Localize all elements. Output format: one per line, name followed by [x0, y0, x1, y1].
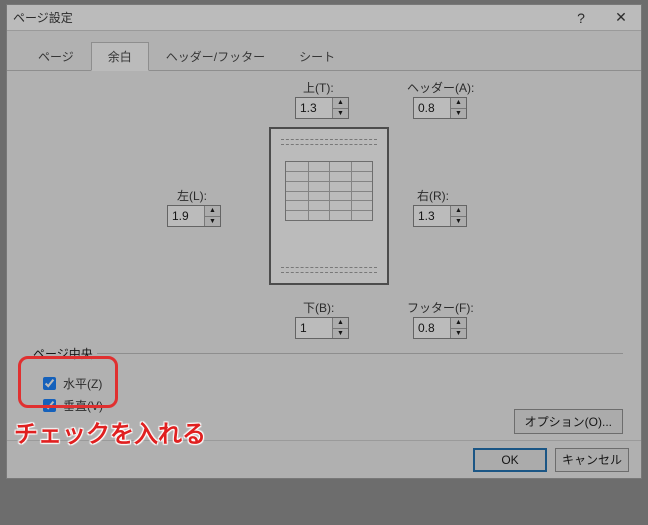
left-margin-input[interactable] [168, 206, 204, 226]
center-group-label: ページ中央 [29, 345, 97, 362]
center-horizontal-checkbox[interactable]: 水平(Z) [39, 374, 103, 393]
dialog-title: ページ設定 [7, 9, 561, 26]
right-margin-spinner[interactable]: ▲▼ [413, 205, 467, 227]
bottom-margin-label: 下(B): [303, 299, 334, 316]
spin-down-icon[interactable]: ▼ [451, 217, 466, 227]
spin-up-icon[interactable]: ▲ [451, 98, 466, 109]
spin-down-icon[interactable]: ▼ [333, 329, 348, 339]
spin-up-icon[interactable]: ▲ [333, 318, 348, 329]
center-horizontal-input[interactable] [43, 377, 56, 390]
tab-headerfooter[interactable]: ヘッダー/フッター [149, 42, 282, 71]
center-horizontal-label: 水平(Z) [63, 375, 102, 392]
bottom-margin-input[interactable] [296, 318, 332, 338]
center-vertical-label: 垂直(V) [63, 397, 103, 414]
tabstrip: ページ 余白 ヘッダー/フッター シート [7, 31, 641, 71]
header-margin-input[interactable] [414, 98, 450, 118]
center-vertical-input[interactable] [43, 399, 56, 412]
spin-down-icon[interactable]: ▼ [451, 109, 466, 119]
help-button[interactable]: ? [561, 5, 601, 31]
spin-down-icon[interactable]: ▼ [205, 217, 220, 227]
margins-panel: 上(T): ▲▼ ヘッダー(A): ▲▼ 左(L): ▲▼ 右(R): ▲▼ 下… [7, 71, 641, 411]
spin-down-icon[interactable]: ▼ [333, 109, 348, 119]
tab-margins[interactable]: 余白 [91, 42, 149, 71]
spin-up-icon[interactable]: ▲ [333, 98, 348, 109]
footer-margin-input[interactable] [414, 318, 450, 338]
center-vertical-checkbox[interactable]: 垂直(V) [39, 396, 103, 415]
center-group-separator [97, 353, 623, 354]
bottom-margin-spinner[interactable]: ▲▼ [295, 317, 349, 339]
left-margin-label: 左(L): [177, 187, 207, 204]
spin-up-icon[interactable]: ▲ [451, 318, 466, 329]
ok-button[interactable]: OK [473, 448, 547, 472]
footer-margin-label: フッター(F): [407, 299, 474, 316]
close-button[interactable]: ✕ [601, 5, 641, 31]
preview-grid-icon [285, 161, 373, 221]
page-setup-dialog: ページ設定 ? ✕ ページ 余白 ヘッダー/フッター シート 上(T): ▲▼ … [6, 4, 642, 479]
header-margin-label: ヘッダー(A): [407, 79, 474, 96]
spin-up-icon[interactable]: ▲ [205, 206, 220, 217]
tab-sheet[interactable]: シート [282, 42, 352, 71]
right-margin-label: 右(R): [417, 187, 449, 204]
right-margin-input[interactable] [414, 206, 450, 226]
annotation-text: チェックを入れる [14, 414, 206, 449]
spin-up-icon[interactable]: ▲ [451, 206, 466, 217]
page-preview [269, 127, 389, 285]
header-margin-spinner[interactable]: ▲▼ [413, 97, 467, 119]
options-button[interactable]: オプション(O)... [514, 409, 623, 434]
titlebar: ページ設定 ? ✕ [7, 5, 641, 31]
left-margin-spinner[interactable]: ▲▼ [167, 205, 221, 227]
cancel-button[interactable]: キャンセル [555, 448, 629, 472]
top-margin-input[interactable] [296, 98, 332, 118]
spin-down-icon[interactable]: ▼ [451, 329, 466, 339]
top-margin-spinner[interactable]: ▲▼ [295, 97, 349, 119]
top-margin-label: 上(T): [303, 79, 334, 96]
tab-page[interactable]: ページ [21, 42, 91, 71]
footer-margin-spinner[interactable]: ▲▼ [413, 317, 467, 339]
